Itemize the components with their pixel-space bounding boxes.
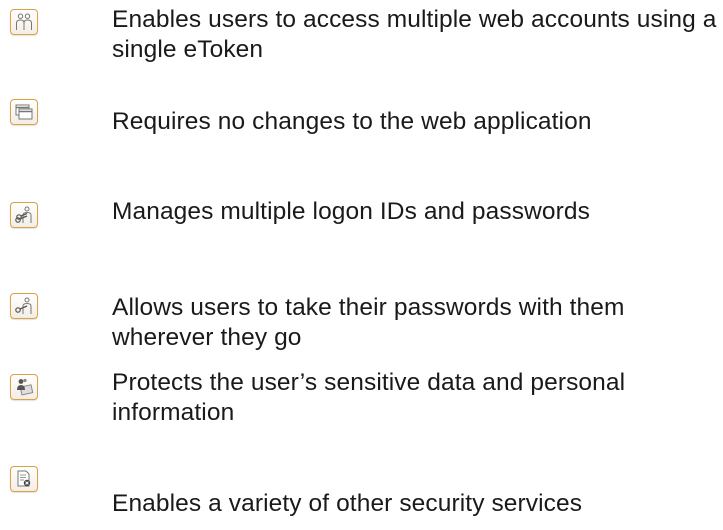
feature-text: Requires no changes to the web applicati…: [112, 108, 592, 135]
feature-text: Allows users to take their passwords wit…: [112, 294, 625, 351]
feature-text: Enables a variety of other security serv…: [112, 490, 583, 517]
feature-text: Enables users to access multiple web acc…: [112, 6, 717, 63]
protected-user-icon: [10, 374, 38, 400]
key-user-icon: [10, 293, 38, 319]
secure-document-icon: [10, 466, 38, 492]
feature-list: Enables users to access multiple web acc…: [0, 0, 723, 530]
feature-text: Protects the user’s sensitive data and p…: [112, 369, 626, 426]
windows-icon: [10, 99, 38, 125]
keys-icon: [10, 202, 38, 228]
feature-text: Manages multiple logon IDs and passwords: [112, 198, 590, 225]
users-icon: [10, 9, 38, 35]
